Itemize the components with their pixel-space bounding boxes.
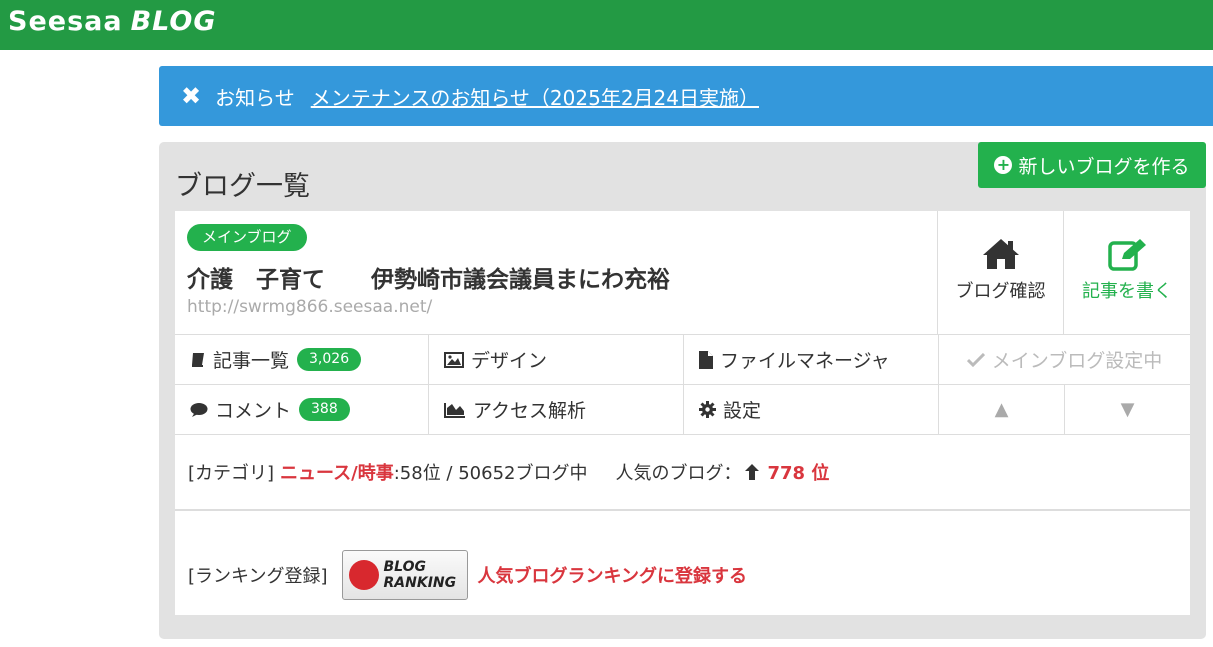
category-rank: :58位 / 50652ブログ中 bbox=[393, 463, 588, 484]
file-manager-label: ファイルマネージャ bbox=[720, 350, 890, 372]
move-up-button[interactable]: ▲ bbox=[939, 385, 1065, 435]
plus-circle-icon: + bbox=[994, 156, 1013, 174]
settings-label: 設定 bbox=[723, 400, 762, 422]
arrow-up-icon bbox=[745, 464, 760, 480]
main-blog-status-label: メインブログ設定中 bbox=[991, 350, 1163, 372]
comments-label: コメント bbox=[215, 400, 292, 422]
home-icon bbox=[982, 239, 1019, 269]
access-analysis-link[interactable]: アクセス解析 bbox=[429, 385, 684, 435]
maintenance-notice-link[interactable]: メンテナンスのお知らせ（2025年2月24日実施） bbox=[311, 82, 759, 111]
comment-icon bbox=[190, 402, 208, 418]
blog-list-panel: ブログ一覧 + 新しいブログを作る メインブログ 介護 子育て 伊勢崎市議会議員… bbox=[159, 142, 1206, 639]
check-icon bbox=[966, 352, 985, 367]
comments-link[interactable]: コメント 388 bbox=[175, 385, 429, 435]
ranking-logo-icon bbox=[348, 560, 379, 590]
category-row: [カテゴリ] ニュース/時事 :58位 / 50652ブログ中 人気のブログ： … bbox=[175, 435, 1190, 511]
article-list-link[interactable]: 記事一覧 3,026 bbox=[175, 335, 429, 385]
move-down-button[interactable]: ▼ bbox=[1065, 385, 1190, 435]
article-list-label: 記事一覧 bbox=[213, 350, 290, 372]
write-article-label: 記事を書く bbox=[1082, 281, 1172, 302]
main-blog-badge: メインブログ bbox=[187, 224, 307, 251]
article-count-badge: 3,026 bbox=[297, 348, 362, 371]
write-article-button[interactable]: 記事を書く bbox=[1064, 211, 1190, 335]
ranking-row: [ランキング登録] BLOG RANKING 人気ブログランキングに登録する bbox=[175, 511, 1190, 615]
notice-banner: ✖ お知らせ メンテナンスのお知らせ（2025年2月24日実施） bbox=[159, 66, 1213, 126]
blog-title[interactable]: 介護 子育て 伊勢崎市議会議員まにわ充裕 bbox=[187, 260, 670, 294]
new-blog-button[interactable]: + 新しいブログを作る bbox=[978, 142, 1206, 188]
file-manager-link[interactable]: ファイルマネージャ bbox=[684, 335, 939, 385]
blog-ranking-banner[interactable]: BLOG RANKING bbox=[341, 550, 468, 600]
comment-count-badge: 388 bbox=[299, 398, 350, 421]
blog-header: メインブログ 介護 子育て 伊勢崎市議会議員まにわ充裕 http://swrmg… bbox=[175, 211, 938, 335]
edit-icon bbox=[1108, 239, 1146, 271]
access-analysis-label: アクセス解析 bbox=[473, 400, 587, 422]
category-link[interactable]: ニュース/時事 bbox=[280, 459, 394, 485]
triangle-up-icon: ▲ bbox=[994, 399, 1009, 420]
view-blog-label: ブログ確認 bbox=[955, 281, 1046, 302]
new-blog-label: 新しいブログを作る bbox=[1018, 155, 1190, 178]
logo-text: Seesaa bbox=[8, 6, 123, 37]
top-bar: Seesaa BLOG bbox=[0, 0, 1213, 50]
seesaa-blog-logo[interactable]: Seesaa BLOG bbox=[8, 6, 217, 37]
register-ranking-link[interactable]: 人気ブログランキングに登録する bbox=[478, 562, 747, 588]
notice-label: お知らせ bbox=[215, 85, 295, 110]
popular-label: 人気のブログ： bbox=[615, 463, 742, 484]
gear-icon bbox=[699, 401, 716, 418]
blog-card: メインブログ 介護 子育て 伊勢崎市議会議員まにわ充裕 http://swrmg… bbox=[175, 211, 1190, 615]
design-link[interactable]: デザイン bbox=[429, 335, 684, 385]
blog-url[interactable]: http://swrmg866.seesaa.net/ bbox=[187, 297, 432, 317]
banner-line2: RANKING bbox=[383, 575, 457, 591]
logo-blog-text: BLOG bbox=[130, 6, 217, 37]
category-prefix: [カテゴリ] bbox=[188, 463, 275, 484]
file-icon bbox=[699, 350, 713, 369]
area-chart-icon bbox=[444, 402, 466, 418]
ranking-banner-text: BLOG RANKING bbox=[384, 559, 457, 591]
view-blog-button[interactable]: ブログ確認 bbox=[938, 211, 1064, 335]
page-title: ブログ一覧 bbox=[175, 171, 310, 202]
settings-link[interactable]: 設定 bbox=[684, 385, 939, 435]
image-icon bbox=[444, 351, 464, 368]
ranking-prefix: [ランキング登録] bbox=[188, 566, 328, 587]
popular-rank: 778 位 bbox=[767, 463, 830, 484]
close-icon[interactable]: ✖ bbox=[181, 82, 201, 110]
design-label: デザイン bbox=[471, 350, 548, 372]
triangle-down-icon: ▼ bbox=[1120, 399, 1135, 420]
main-blog-status: メインブログ設定中 bbox=[939, 335, 1190, 385]
book-icon bbox=[190, 352, 206, 368]
banner-line1: BLOG bbox=[383, 559, 427, 575]
